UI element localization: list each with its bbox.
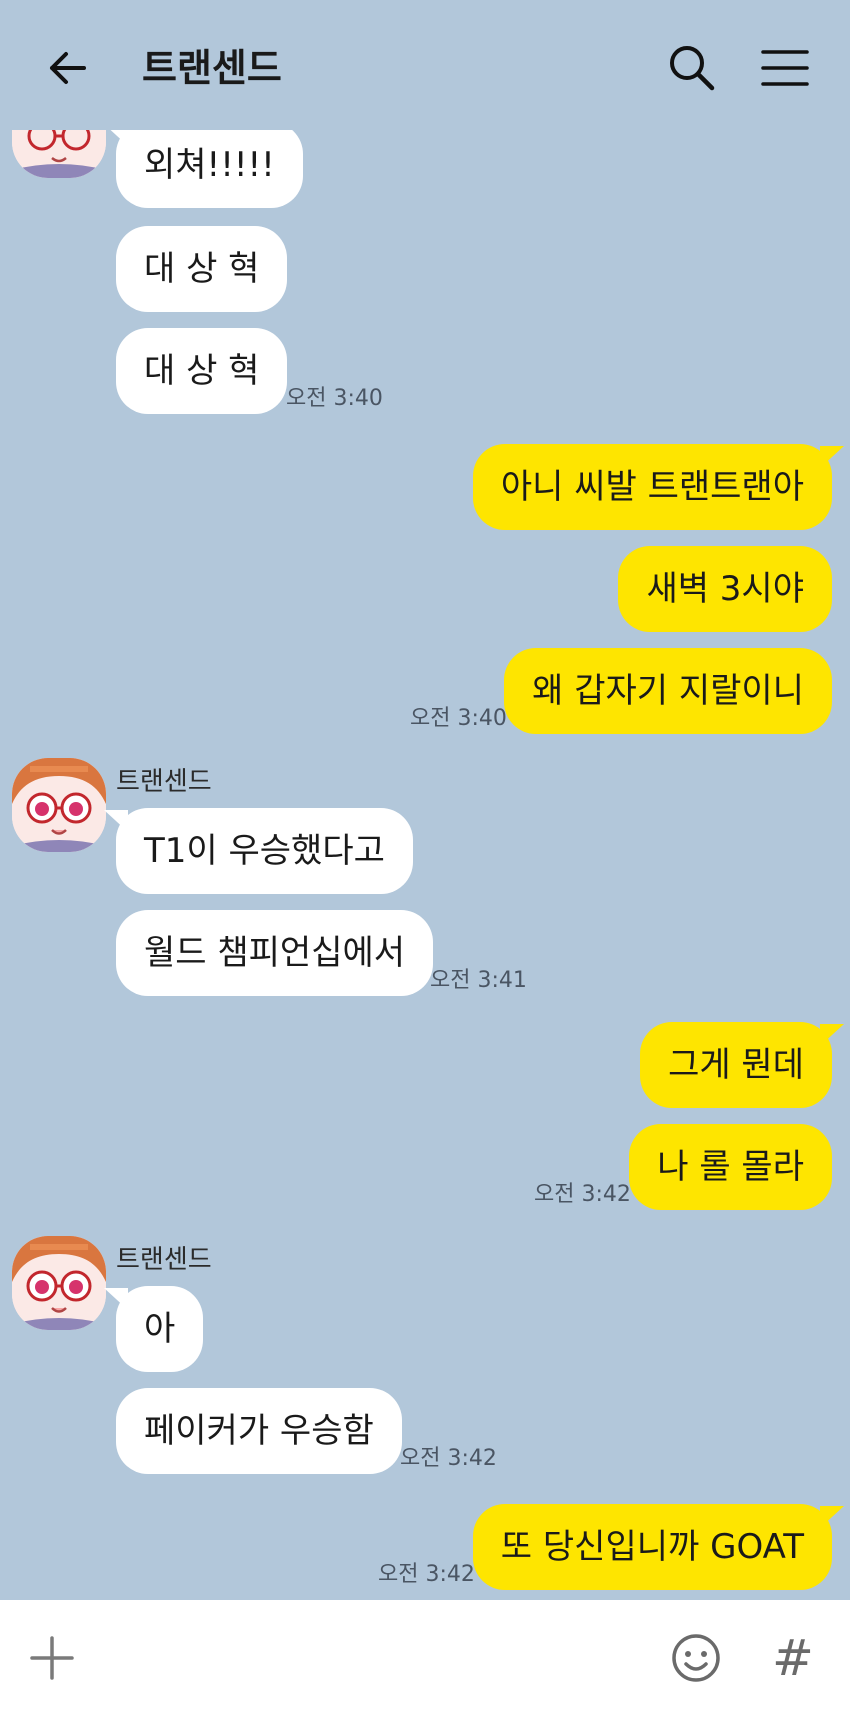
message-bubble[interactable]: 그게 뭔데 bbox=[640, 1022, 844, 1108]
attach-button[interactable] bbox=[28, 1634, 76, 1682]
message-bubble[interactable]: 페이커가 우승함 bbox=[116, 1388, 402, 1474]
message-time: 오전 3:42 bbox=[400, 1446, 497, 1471]
message-time: 오전 3:41 bbox=[430, 968, 527, 993]
arrow-left-icon bbox=[50, 52, 86, 84]
message-bubble[interactable]: 대 상 혁 bbox=[116, 226, 288, 312]
avatar[interactable] bbox=[12, 130, 106, 178]
message-bubble[interactable]: 왜 갑자기 지랄이니 bbox=[504, 648, 832, 734]
search-button[interactable] bbox=[666, 42, 718, 94]
message-bubble[interactable]: 아니 씨발 트랜트랜아 bbox=[472, 444, 845, 530]
menu-button[interactable] bbox=[760, 44, 810, 92]
hamburger-menu-icon bbox=[761, 50, 809, 86]
message-bubble[interactable]: T1이 우승했다고 bbox=[104, 808, 413, 894]
message-bubble[interactable]: 대 상 혁 bbox=[116, 328, 288, 414]
chat-title: 트랜센드 bbox=[142, 46, 282, 90]
emoji-button[interactable] bbox=[670, 1632, 722, 1684]
input-bar: # bbox=[0, 1600, 850, 1713]
avatar[interactable] bbox=[12, 1236, 106, 1330]
message-list[interactable]: 외쳐!!!!! 대 상 혁 대 상 혁 오전 3:40 아니 씨발 트랜트랜아 … bbox=[0, 130, 850, 1600]
message-bubble[interactable]: 월드 챔피언십에서 bbox=[116, 910, 434, 996]
hashtag-button[interactable]: # bbox=[768, 1630, 818, 1686]
back-button[interactable] bbox=[44, 44, 92, 92]
message-time: 오전 3:42 bbox=[534, 1182, 631, 1207]
plus-icon bbox=[30, 1636, 74, 1680]
sender-name: 트랜센드 bbox=[116, 1245, 212, 1275]
chat-header: 트랜센드 bbox=[0, 0, 850, 130]
search-icon bbox=[670, 46, 715, 91]
message-bubble[interactable]: 나 롤 몰라 bbox=[629, 1124, 832, 1210]
sender-name: 트랜센드 bbox=[116, 767, 212, 797]
emoji-icon bbox=[672, 1634, 720, 1682]
message-time: 오전 3:40 bbox=[410, 706, 507, 731]
message-bubble[interactable]: 외쳐!!!!! bbox=[104, 130, 303, 208]
message-time: 오전 3:42 bbox=[378, 1562, 475, 1587]
message-bubble[interactable]: 또 당신입니까 GOAT bbox=[472, 1504, 845, 1590]
message-bubble[interactable]: 아 bbox=[103, 1286, 204, 1372]
avatar[interactable] bbox=[12, 758, 106, 852]
message-time: 오전 3:40 bbox=[286, 386, 383, 411]
message-bubble[interactable]: 새벽 3시야 bbox=[618, 546, 832, 632]
